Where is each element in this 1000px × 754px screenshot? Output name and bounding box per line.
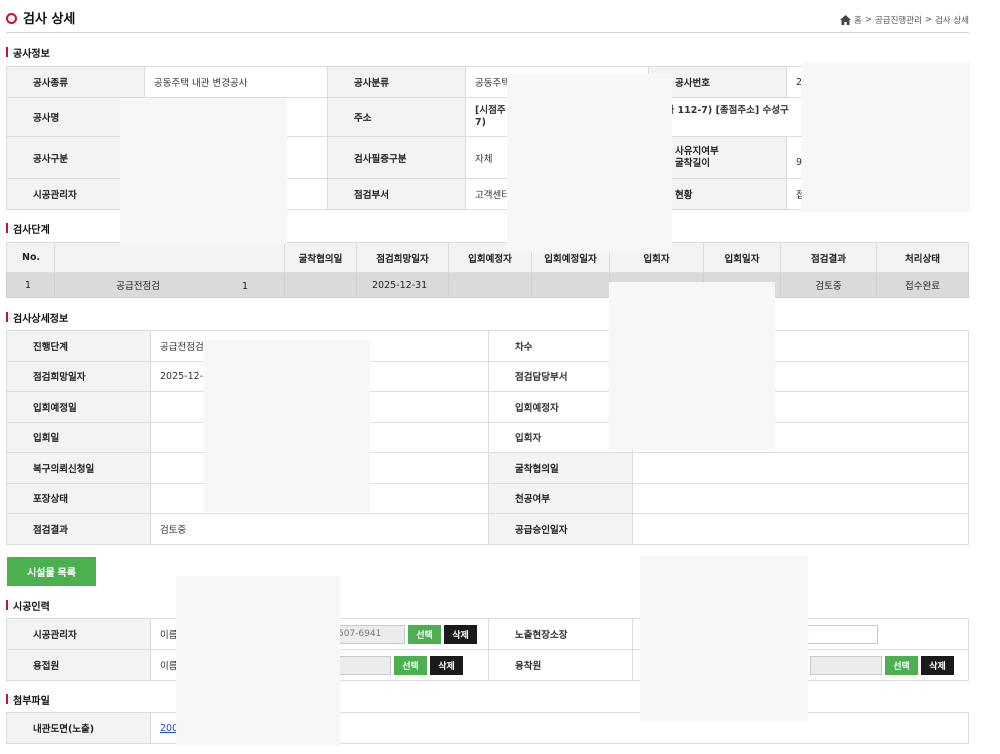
detail-label: 입회예정일 (6, 391, 151, 423)
row-attend-plan-date (531, 272, 610, 298)
redaction-block (640, 556, 808, 722)
breadcrumb-sep: > (864, 15, 872, 25)
file-label: 내관도면(노출) (6, 712, 151, 744)
row-stage-text: 공급전점검 (116, 281, 160, 292)
welder-select-button[interactable]: 선택 (394, 655, 427, 675)
row-hope-date: 2025-12-31 (356, 272, 449, 298)
site-chief-input[interactable]: 0 (798, 624, 878, 644)
detail-label: 복구의뢰신청일 (6, 452, 151, 484)
row-stage: 공급전점검 1 (54, 272, 285, 298)
fuser-delete-button[interactable]: 삭제 (921, 655, 954, 675)
detail-label: 천공여부 (488, 482, 633, 514)
col-dig-date: 굴착협의일 (284, 242, 357, 273)
row-state: 접수완료 (876, 272, 969, 298)
detail-label: 포장상태 (6, 482, 151, 514)
inspect-dept-label: 점검부서 (327, 178, 466, 210)
work-class-label: 공사분류 (327, 66, 466, 98)
manager-select-button[interactable]: 선택 (408, 624, 441, 644)
address-start: [시점주 (475, 105, 506, 116)
fuser-label: 융착원 (488, 649, 633, 681)
redaction-block (120, 98, 287, 244)
detail-value (632, 482, 969, 514)
breadcrumb: 홈 > 공급진행관리 > 검사 상세 (840, 14, 969, 26)
steps-table: No. 굴착협의일 점검희망일자 입회예정자 입회예정일자 입회자 입회일자 점… (6, 242, 969, 298)
welder-input[interactable] (333, 655, 391, 675)
page-title: 검사 상세 (23, 12, 76, 27)
row-result: 검토중 (780, 272, 877, 298)
redaction-block (507, 74, 672, 252)
facility-list-button[interactable]: 시설물 목록 (7, 557, 96, 586)
table-row[interactable]: 1 공급전점검 1 2025-12-31 검토중 접수완료 (6, 272, 969, 298)
col-result: 점검결과 (780, 242, 877, 273)
fuser-select-button[interactable]: 선택 (885, 655, 918, 675)
home-icon[interactable] (840, 15, 852, 25)
section-title-files: 첨부파일 (6, 692, 50, 707)
detail-table: 진행단계 공급전점검 차수 점검희망일자 2025-12-31 점검담당부서 입… (6, 330, 969, 545)
row-dig-date (284, 272, 357, 298)
workforce-table: 시공관리자 이름 507-6941 선택 삭제 노출현장소장 0 용접원 이름 … (6, 618, 969, 681)
detail-value: 검토중 (150, 513, 489, 545)
detail-label: 점검결과 (6, 513, 151, 545)
row-attend-planner (448, 272, 532, 298)
col-state: 처리상태 (876, 242, 969, 273)
redaction-block (609, 282, 775, 450)
detail-label: 입회일 (6, 421, 151, 453)
manager-delete-button[interactable]: 삭제 (444, 624, 477, 644)
redaction-block (802, 62, 970, 212)
address-end: 1가 112-7) [종점주소] 수성구 (658, 105, 789, 116)
detail-label: 점검희망일자 (6, 360, 151, 392)
address-line2: 7) (475, 117, 486, 128)
section-title-steps: 검사단계 (6, 221, 50, 236)
col-attend-date: 입회일자 (703, 242, 781, 273)
address-label: 주소 (327, 97, 466, 137)
section-title-workforce: 시공인력 (6, 598, 50, 613)
detail-label: 진행단계 (6, 330, 151, 362)
detail-label: 공급승인일자 (488, 513, 633, 545)
row-count: 1 (241, 281, 249, 292)
title-bullet-icon (6, 13, 17, 24)
welder-delete-button[interactable]: 삭제 (430, 655, 463, 675)
welder-label: 용접원 (6, 649, 151, 681)
row-no: 1 (6, 272, 55, 298)
site-chief-label: 노출현장소장 (488, 618, 633, 650)
breadcrumb-supply[interactable]: 공급진행관리 (875, 14, 922, 26)
fuser-input[interactable] (810, 655, 882, 675)
detail-value (632, 513, 969, 545)
files-table: 내관도면(노출) 200 (6, 712, 969, 744)
redaction-block (204, 340, 370, 512)
section-title-work-info: 공사정보 (6, 45, 50, 60)
private-land-label: 사유지여부 (675, 145, 719, 157)
workforce-manager-label: 시공관리자 (6, 618, 151, 650)
breadcrumb-current: 검사 상세 (935, 16, 969, 26)
inspection-type-label: 검사필증구분 (327, 136, 466, 179)
manager-phone-input[interactable]: 507-6941 (333, 624, 405, 644)
work-type-label: 공사종류 (6, 66, 145, 98)
col-hope-date: 점검희망일자 (356, 242, 449, 273)
detail-label: 굴착협의일 (488, 452, 633, 484)
work-type-value: 공동주택 내관 변경공사 (144, 66, 328, 98)
detail-value (632, 452, 969, 484)
col-stage (54, 242, 285, 273)
redaction-block (176, 576, 340, 746)
breadcrumb-home[interactable]: 홈 (854, 14, 862, 26)
breadcrumb-sep: > (924, 15, 933, 25)
section-title-detail: 검사상세정보 (6, 310, 68, 325)
page-header: 검사 상세 홈 > 공급진행관리 > 검사 상세 (6, 6, 969, 33)
dig-length-label: 굴착길이 (675, 157, 710, 169)
col-no: No. (6, 242, 55, 273)
